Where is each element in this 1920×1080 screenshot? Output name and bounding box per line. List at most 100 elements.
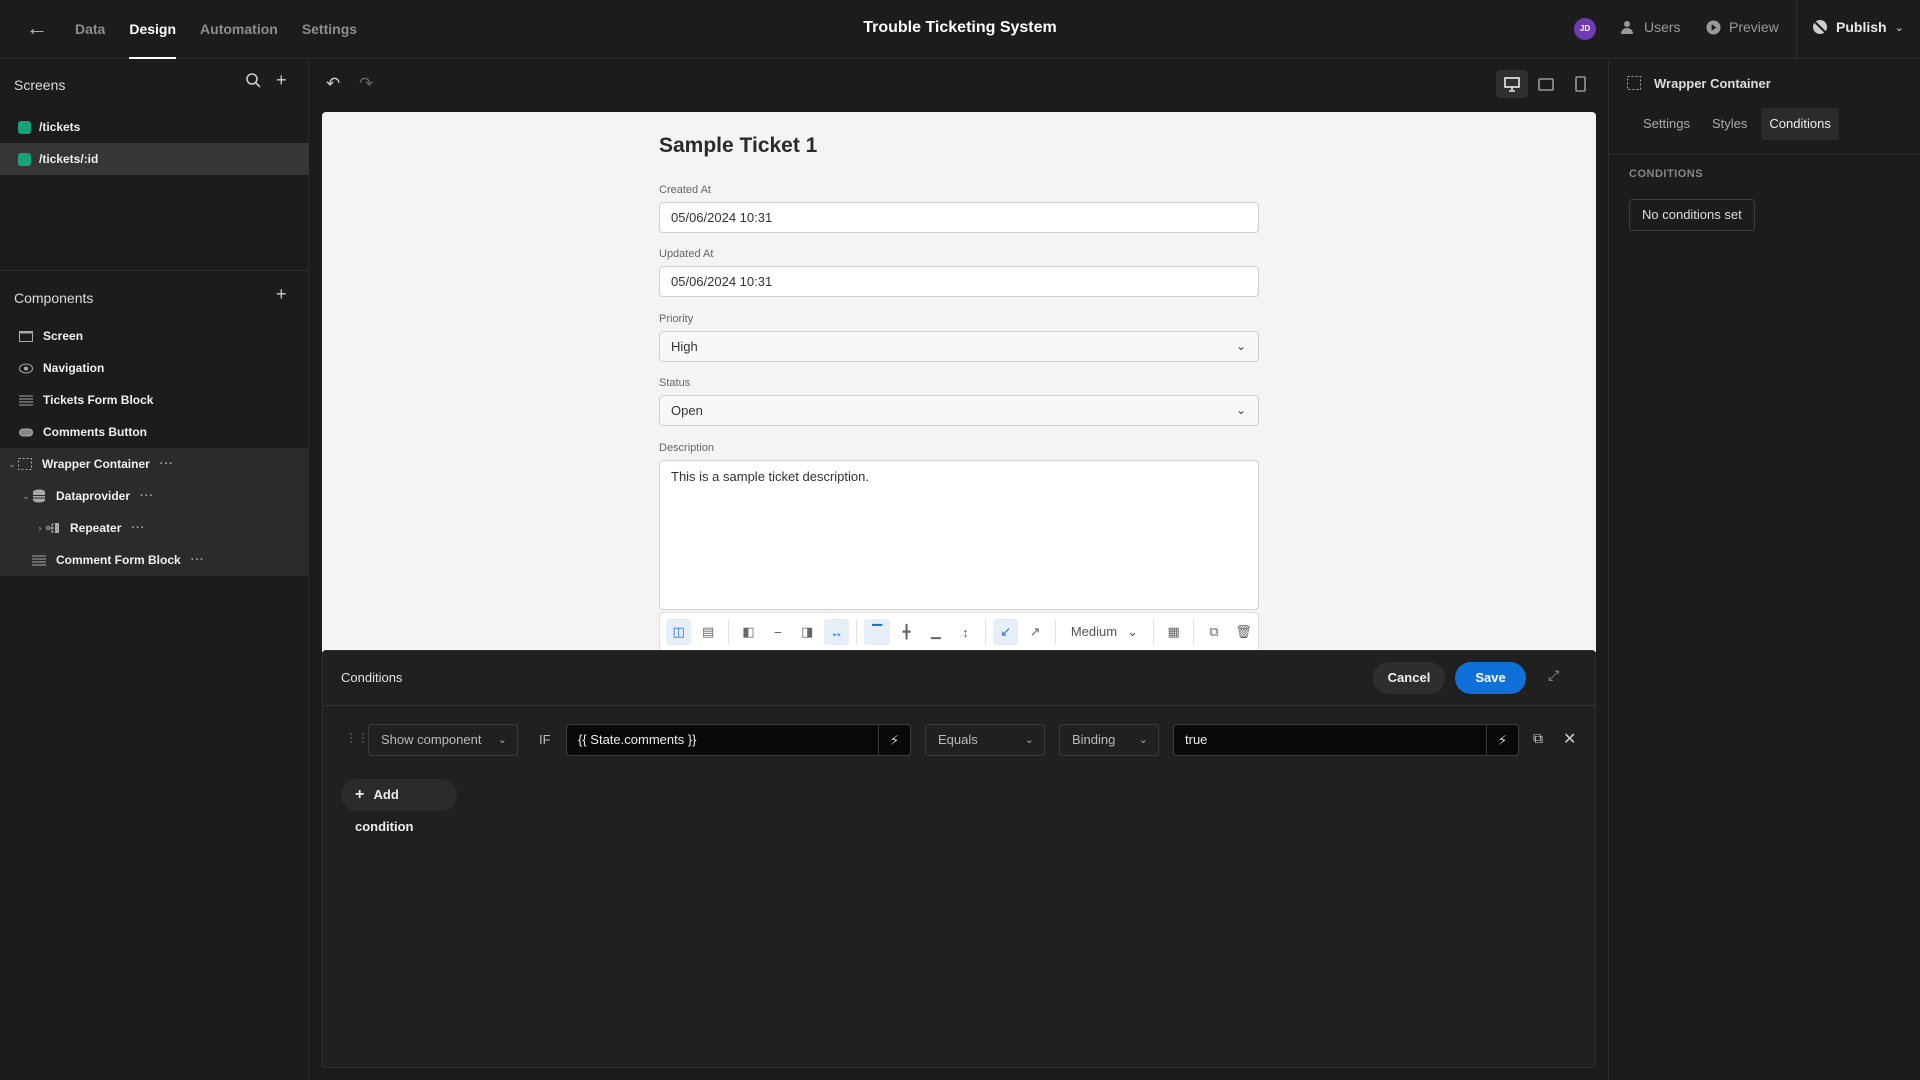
- align-left-icon: ◧: [742, 624, 755, 639]
- layout-columns-button[interactable]: ◫: [666, 619, 692, 645]
- component-item-wrapper-container[interactable]: ⌄ Wrapper Container ···: [0, 448, 309, 480]
- grow-button[interactable]: ↗: [1022, 619, 1047, 645]
- tab-settings[interactable]: Settings: [1635, 108, 1698, 140]
- component-item-comments-button[interactable]: Comments Button: [0, 416, 309, 448]
- mobile-view-button[interactable]: [1564, 70, 1596, 98]
- screen-item-label: /tickets: [39, 120, 81, 134]
- component-label: Screen: [43, 329, 84, 343]
- left-value-input[interactable]: {{ State.comments }} ⚡: [566, 724, 911, 756]
- more-options-icon[interactable]: ···: [191, 554, 205, 566]
- no-conditions-button[interactable]: No conditions set: [1629, 199, 1755, 231]
- screen-item-tickets[interactable]: /tickets: [0, 111, 309, 143]
- form-block-icon: [19, 395, 33, 406]
- more-options-icon[interactable]: ···: [140, 490, 154, 502]
- preview-button[interactable]: Preview: [1706, 19, 1779, 35]
- align-middle-button[interactable]: ╋: [894, 619, 919, 645]
- container-icon: [1627, 76, 1641, 95]
- gap-size-value: Medium: [1070, 624, 1118, 639]
- more-options-icon[interactable]: ···: [160, 458, 174, 470]
- component-item-navigation[interactable]: Navigation: [0, 352, 309, 384]
- action-select[interactable]: Show component ⌄: [368, 724, 518, 756]
- description-textarea[interactable]: This is a sample ticket description.: [659, 460, 1259, 610]
- stretch-vertical-icon: ↕: [962, 624, 969, 640]
- toolbar-divider: [1054, 619, 1056, 645]
- component-item-comment-form-block[interactable]: Comment Form Block ···: [0, 544, 309, 576]
- layout-rows-button[interactable]: ▤: [695, 619, 720, 645]
- redo-button[interactable]: ↷: [359, 74, 373, 94]
- shrink-button[interactable]: ↙: [993, 619, 1019, 645]
- desktop-view-button[interactable]: [1496, 70, 1528, 98]
- align-right-button[interactable]: ◨: [795, 619, 820, 645]
- tablet-view-button[interactable]: [1530, 70, 1562, 98]
- add-component-button[interactable]: +: [276, 284, 287, 305]
- undo-button[interactable]: ↶: [326, 74, 340, 94]
- gap-size-select[interactable]: Medium ⌄: [1061, 624, 1148, 640]
- align-bottom-button[interactable]: ▁: [923, 619, 948, 645]
- lightning-icon[interactable]: ⚡: [1486, 725, 1518, 755]
- tab-styles[interactable]: Styles: [1704, 108, 1755, 140]
- stretch-vertical-button[interactable]: ↕: [953, 619, 978, 645]
- updated-at-field[interactable]: 05/06/2024 10:31: [659, 266, 1259, 297]
- button-icon: [19, 427, 33, 438]
- component-item-dataprovider[interactable]: ⌄ Dataprovider ···: [0, 480, 309, 512]
- add-screen-button[interactable]: +: [276, 70, 287, 91]
- chevron-right-icon[interactable]: ›: [34, 523, 46, 533]
- drag-handle-icon[interactable]: ⋮⋮: [345, 731, 369, 745]
- remove-condition-button[interactable]: ✕: [1563, 729, 1576, 749]
- component-label: Navigation: [43, 361, 105, 375]
- play-circle-icon: [1706, 19, 1721, 35]
- chevron-down-icon[interactable]: ⌄: [6, 459, 18, 470]
- tab-conditions[interactable]: Conditions: [1761, 108, 1839, 140]
- search-screens-button[interactable]: [245, 72, 261, 93]
- repeater-icon: [46, 523, 60, 534]
- wrap-button[interactable]: ▦: [1161, 619, 1186, 645]
- created-at-field[interactable]: 05/06/2024 10:31: [659, 202, 1259, 233]
- back-button[interactable]: ←: [26, 17, 50, 41]
- tab-design[interactable]: Design: [129, 0, 176, 59]
- align-top-button[interactable]: ▔: [864, 619, 890, 645]
- top-bar: ← Data Design Automation Settings Troubl…: [0, 0, 1920, 59]
- cancel-button[interactable]: Cancel: [1373, 662, 1445, 694]
- screens-title: Screens: [14, 77, 66, 93]
- chevron-down-icon[interactable]: ⌄: [20, 491, 32, 502]
- components-title: Components: [14, 290, 94, 306]
- tab-settings[interactable]: Settings: [302, 0, 357, 59]
- value-type-select[interactable]: Binding ⌄: [1059, 724, 1159, 756]
- modal-header: Conditions Cancel Save ⤢: [323, 651, 1595, 706]
- right-value-input[interactable]: true ⚡: [1173, 724, 1519, 756]
- users-button[interactable]: Users: [1620, 19, 1681, 35]
- status-value: Open: [671, 403, 703, 418]
- expand-button[interactable]: ⤢: [1548, 667, 1559, 684]
- status-select[interactable]: Open ⌄: [659, 395, 1259, 426]
- operator-value: Equals: [938, 732, 978, 747]
- tab-automation[interactable]: Automation: [200, 0, 278, 59]
- publish-button[interactable]: Publish ⌄: [1812, 19, 1904, 35]
- field-label: Status: [659, 377, 691, 389]
- component-item-screen[interactable]: Screen: [0, 320, 309, 352]
- component-item-repeater[interactable]: › Repeater ···: [0, 512, 309, 544]
- field-label: Created At: [659, 184, 711, 196]
- save-button[interactable]: Save: [1455, 662, 1526, 694]
- add-condition-button[interactable]: + Add condition: [341, 779, 457, 834]
- canvas-area: ↶ ↷ Sample Ticket 1 Created At 05/06/202…: [310, 60, 1608, 1080]
- tab-data[interactable]: Data: [75, 0, 105, 59]
- avatar[interactable]: JD: [1574, 18, 1596, 40]
- left-value: {{ State.comments }}: [578, 732, 697, 747]
- align-left-button[interactable]: ◧: [736, 619, 761, 645]
- publish-label: Publish: [1836, 19, 1887, 35]
- lightning-icon[interactable]: ⚡: [878, 725, 910, 755]
- align-center-button[interactable]: ⎯: [765, 619, 790, 645]
- component-item-tickets-form-block[interactable]: Tickets Form Block: [0, 384, 309, 416]
- delete-button[interactable]: 🗑: [1231, 619, 1256, 645]
- operator-select[interactable]: Equals ⌄: [925, 724, 1045, 756]
- chevron-down-icon: ⌄: [1127, 624, 1138, 639]
- duplicate-button[interactable]: ⧉: [1201, 619, 1226, 645]
- more-options-icon[interactable]: ···: [131, 522, 145, 534]
- priority-select[interactable]: High ⌄: [659, 331, 1259, 362]
- stretch-horizontal-button[interactable]: ↔: [824, 619, 850, 645]
- duplicate-condition-button[interactable]: ⧉: [1533, 730, 1543, 747]
- screen-item-ticket-id[interactable]: /tickets/:id: [0, 143, 309, 175]
- users-label: Users: [1644, 19, 1681, 35]
- form-block-icon: [32, 555, 46, 566]
- form-title: Sample Ticket 1: [659, 134, 818, 157]
